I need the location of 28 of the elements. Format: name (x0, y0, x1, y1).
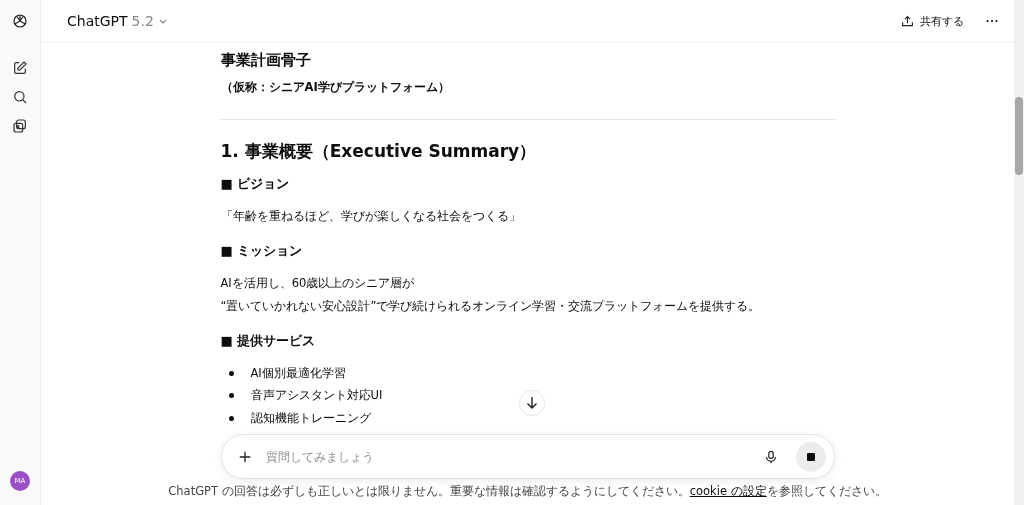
share-button[interactable]: 共有する (897, 9, 968, 33)
subsection-heading: ■ ミッション (220, 242, 304, 260)
paragraph: 「年齢を重ねるほど、学びが楽しくなる社会をつくる」 (220, 208, 522, 225)
cookie-settings-link[interactable]: cookie の設定 (689, 484, 767, 498)
stop-button[interactable] (795, 441, 826, 472)
scroll-down-button[interactable] (519, 390, 545, 416)
list-item: 音声アシスタント対応UI (250, 388, 383, 404)
paragraph: AIを活用し、60歳以上のシニア層が “置いていかれない安心設計”で学び続けられるオンライン学習・交流プラットフォームを提供する。 (220, 275, 762, 315)
microphone-icon[interactable] (763, 449, 778, 464)
subsection-heading: ■ ビジョン (220, 175, 291, 193)
images-icon[interactable] (12, 118, 28, 134)
upload-icon (901, 14, 914, 28)
list-item: AI個別最適化学習 (250, 365, 346, 381)
plus-icon[interactable] (237, 449, 252, 464)
list-item: 認知機能トレーニング (250, 410, 371, 426)
message-input[interactable]: 質問してみましょう (263, 448, 752, 465)
logo-icon[interactable] (11, 12, 29, 30)
disclaimer-text: ChatGPT の回答は必ずしも正しいとは限りません。重要な情報は確認するようにしてください。cookie の設定を参照してください。 (168, 484, 887, 498)
edit-icon[interactable] (12, 60, 28, 76)
section-heading: 1. 事業概要（Executive Summary） (220, 140, 538, 163)
search-icon[interactable] (12, 89, 28, 105)
more-icon[interactable] (986, 19, 998, 23)
message-composer[interactable]: 質問してみましょう (220, 434, 835, 479)
subsection-heading: ■ 提供サービス (220, 332, 317, 350)
document-subtitle: （仮称：シニアAI学びプラットフォーム） (220, 80, 451, 95)
model-selector[interactable]: ChatGPT 5.2 (63, 9, 172, 33)
document-title: 事業計画骨子 (220, 51, 312, 70)
scrollbar-thumb[interactable] (1015, 97, 1023, 175)
